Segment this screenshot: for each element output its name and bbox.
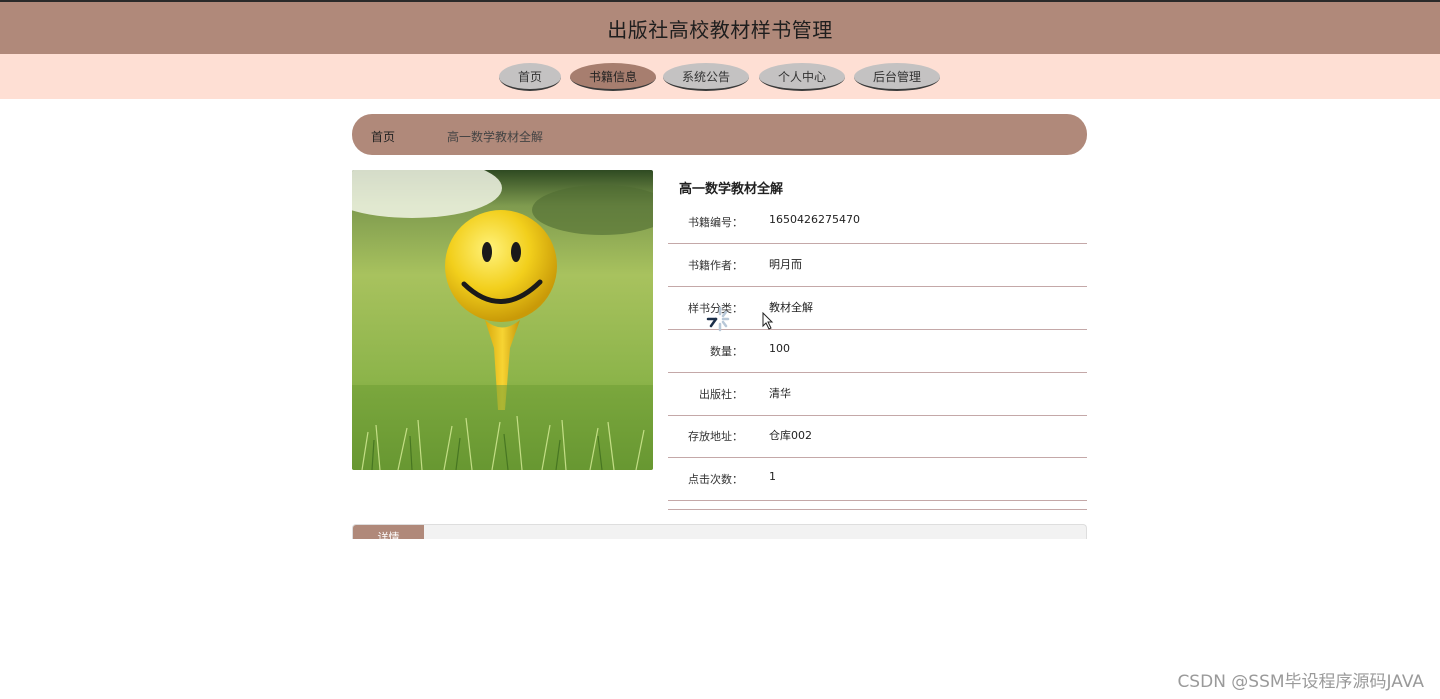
- tab-detail[interactable]: 详情: [353, 525, 424, 539]
- watermark: CSDN @SSM毕设程序源码JAVA: [1177, 672, 1424, 692]
- site-title: 出版社高校教材样书管理: [607, 17, 833, 42]
- detail-tab-panel: 详情: [352, 524, 1087, 539]
- nav-item-announcements[interactable]: 系统公告: [663, 63, 749, 91]
- nav-item-home[interactable]: 首页: [499, 63, 561, 91]
- mouse-cursor-icon: [762, 312, 774, 330]
- info-row-author: 书籍作者： 明月而: [668, 243, 1087, 287]
- info-row-book-id: 书籍编号： 1650426275470: [668, 200, 1087, 244]
- main-nav: 首页 书籍信息 系统公告 个人中心 后台管理: [0, 54, 1440, 99]
- breadcrumb-home-link[interactable]: 首页: [371, 128, 395, 145]
- breadcrumb-current: 高一数学教材全解: [447, 130, 544, 144]
- info-value: 1: [769, 470, 776, 483]
- info-value: 明月而: [769, 258, 802, 271]
- info-label: 存放地址：: [688, 430, 743, 443]
- breadcrumb: 首页 高一数学教材全解: [352, 114, 1087, 155]
- nav-item-admin[interactable]: 后台管理: [854, 63, 940, 91]
- info-label: 书籍作者：: [688, 259, 743, 272]
- smiley-golf-ball-image: [352, 170, 653, 470]
- book-title: 高一数学教材全解: [679, 182, 784, 197]
- loading-spinner-icon: [706, 306, 730, 332]
- info-value: 仓库002: [769, 429, 812, 442]
- info-value: 1650426275470: [769, 213, 860, 226]
- info-label: 数量：: [710, 345, 743, 358]
- info-label: 出版社：: [699, 388, 743, 401]
- nav-item-user-center[interactable]: 个人中心: [759, 63, 845, 91]
- info-label: 书籍编号：: [688, 216, 743, 229]
- info-value: 100: [769, 342, 790, 355]
- info-value: 清华: [769, 387, 791, 400]
- info-label: 点击次数：: [688, 473, 743, 486]
- info-row-quantity: 数量： 100: [668, 329, 1087, 373]
- site-header: 出版社高校教材样书管理: [0, 2, 1440, 54]
- book-cover-image: [352, 170, 653, 470]
- info-end-divider: [668, 509, 1087, 510]
- nav-item-books[interactable]: 书籍信息: [570, 63, 656, 91]
- info-value: 教材全解: [769, 301, 813, 314]
- info-row-click-count: 点击次数： 1: [668, 457, 1087, 501]
- info-row-location: 存放地址： 仓库002: [668, 414, 1087, 458]
- info-row-publisher: 出版社： 清华: [668, 372, 1087, 416]
